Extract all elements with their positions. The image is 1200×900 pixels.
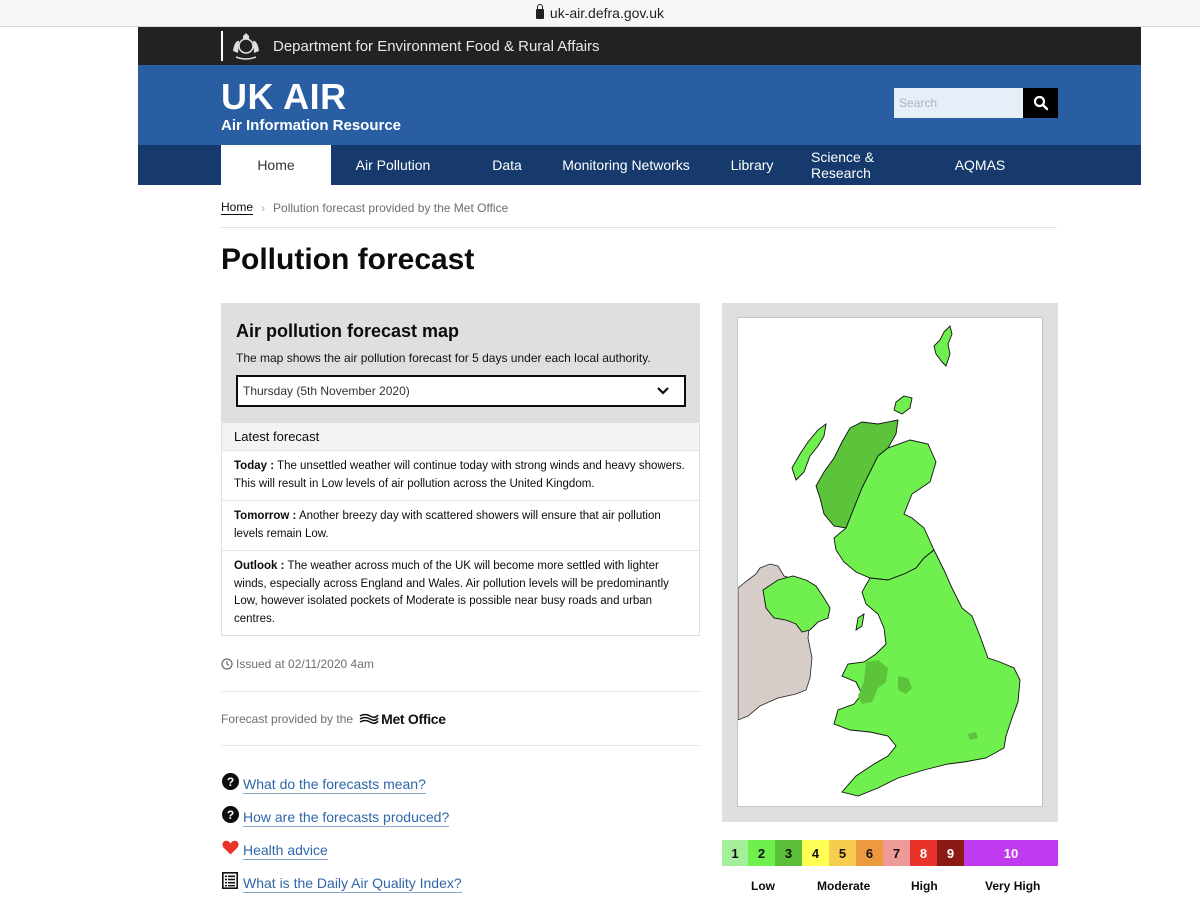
daqi-band-4: 4	[802, 840, 829, 866]
nav-aqmas[interactable]: AQMAS	[937, 145, 1023, 185]
breadcrumb: Home › Pollution forecast provided by th…	[221, 200, 1057, 228]
question-circle-icon: ?	[221, 806, 239, 824]
link-health-advice[interactable]: Health advice	[243, 842, 328, 860]
site-header: UK AIR Air Information Resource	[138, 65, 1141, 145]
forecast-map-panel: Air pollution forecast map The map shows…	[221, 303, 700, 423]
forecast-map[interactable]	[737, 317, 1043, 807]
daqi-band-1: 1	[722, 840, 748, 866]
daqi-band-10: 10	[964, 840, 1058, 866]
search-input[interactable]	[894, 88, 1023, 118]
daqi-band-7: 7	[883, 840, 910, 866]
forecast-entry-label: Tomorrow :	[234, 510, 297, 522]
help-link-item: What is the Daily Air Quality Index?	[221, 867, 462, 900]
help-link-item: ? What do the forecasts mean?	[221, 768, 462, 801]
nav-air-pollution[interactable]: Air Pollution	[331, 145, 455, 185]
map-region-shetland	[933, 325, 953, 367]
question-circle-icon: ?	[221, 773, 239, 791]
nav-home[interactable]: Home	[221, 145, 331, 185]
forecast-day-select[interactable]: Thursday (5th November 2020)	[236, 375, 686, 407]
forecast-entry-label: Outlook :	[234, 560, 285, 572]
nav-science-research[interactable]: Science & Research	[811, 145, 937, 185]
divider	[221, 691, 700, 692]
daqi-band-2: 2	[748, 840, 775, 866]
daqi-band-3: 3	[775, 840, 802, 866]
main-navigation: Home Air Pollution Data Monitoring Netwo…	[138, 145, 1141, 185]
breadcrumb-home[interactable]: Home	[221, 200, 254, 215]
svg-text:?: ?	[226, 808, 233, 822]
link-daqi[interactable]: What is the Daily Air Quality Index?	[243, 875, 462, 893]
chevron-right-icon: ›	[261, 201, 266, 215]
provided-by: Forecast provided by the Met Office	[221, 711, 446, 727]
site-subtitle: Air Information Resource	[221, 117, 402, 134]
breadcrumb-current: Pollution forecast provided by the Met O…	[273, 201, 509, 215]
legend-label-high: High	[911, 879, 938, 893]
map-region-isle-of-man	[855, 613, 865, 631]
forecast-entry-tomorrow: Tomorrow : Another breezy day with scatt…	[222, 501, 699, 551]
department-name[interactable]: Department for Environment Food & Rural …	[273, 38, 600, 55]
forecast-day-selected: Thursday (5th November 2020)	[243, 384, 410, 398]
daqi-band-8: 8	[910, 840, 937, 866]
page-title: Pollution forecast	[221, 243, 475, 276]
search-icon	[1033, 95, 1048, 111]
forecast-entry-text: The weather across much of the UK will b…	[234, 560, 669, 625]
search-button[interactable]	[1023, 88, 1058, 118]
latest-forecast: Latest forecast Today : The unsettled we…	[221, 423, 700, 636]
map-region-england-wales	[833, 549, 1021, 797]
nav-library[interactable]: Library	[693, 145, 811, 185]
issued-text: Issued at 02/11/2020 4am	[236, 657, 374, 671]
legend-label-low: Low	[751, 879, 775, 893]
nav-data[interactable]: Data	[455, 145, 559, 185]
help-link-item: ? How are the forecasts produced?	[221, 801, 462, 834]
browser-url-bar[interactable]: uk-air.defra.gov.uk	[0, 0, 1200, 27]
provided-by-text: Forecast provided by the	[221, 712, 354, 726]
divider	[221, 745, 700, 746]
forecast-entry-text: Another breezy day with scattered shower…	[234, 510, 661, 540]
link-how-forecasts-produced[interactable]: How are the forecasts produced?	[243, 809, 450, 827]
issued-timestamp: Issued at 02/11/2020 4am	[221, 657, 374, 671]
site-title[interactable]: UK AIR	[221, 76, 347, 118]
uk-map-svg	[738, 325, 1021, 797]
met-office-waves-icon	[359, 713, 379, 725]
forecast-entry-text: The unsettled weather will continue toda…	[234, 460, 685, 490]
clock-icon	[221, 658, 233, 670]
map-region-outer-hebrides	[791, 422, 827, 481]
forecast-map-container	[722, 303, 1058, 822]
url-text: uk-air.defra.gov.uk	[549, 5, 665, 21]
legend-label-very-high: Very High	[985, 879, 1041, 893]
link-what-forecasts-mean[interactable]: What do the forecasts mean?	[243, 776, 426, 794]
map-region-orkney	[893, 395, 913, 415]
forecast-map-heading: Air pollution forecast map	[236, 321, 460, 341]
defra-bar: Department for Environment Food & Rural …	[138, 27, 1141, 65]
met-office-logo[interactable]: Met Office	[359, 711, 446, 727]
help-link-item: Health advice	[221, 834, 462, 867]
legend-label-moderate: Moderate	[817, 879, 871, 893]
forecast-map-description: The map shows the air pollution forecast…	[236, 351, 651, 365]
search-form	[894, 88, 1058, 118]
svg-text:?: ?	[226, 775, 233, 789]
forecast-entry-label: Today :	[234, 460, 275, 472]
help-links: ? What do the forecasts mean? ? How are …	[221, 768, 462, 900]
heart-icon	[221, 839, 239, 857]
forecast-entry-outlook: Outlook : The weather across much of the…	[222, 551, 699, 635]
daqi-band-9: 9	[937, 840, 964, 866]
latest-forecast-heading: Latest forecast	[222, 423, 699, 451]
daqi-band-6: 6	[856, 840, 883, 866]
nav-monitoring-networks[interactable]: Monitoring Networks	[559, 145, 693, 185]
royal-crest-icon[interactable]	[229, 31, 263, 61]
list-document-icon	[221, 872, 239, 890]
daqi-legend: 1 2 3 4 5 6 7 8 9 10	[722, 840, 1058, 866]
chevron-down-icon	[657, 387, 669, 395]
lock-icon	[535, 4, 544, 19]
daqi-band-5: 5	[829, 840, 856, 866]
met-office-name: Met Office	[381, 711, 446, 727]
forecast-entry-today: Today : The unsettled weather will conti…	[222, 451, 699, 501]
crest-divider	[221, 31, 223, 61]
